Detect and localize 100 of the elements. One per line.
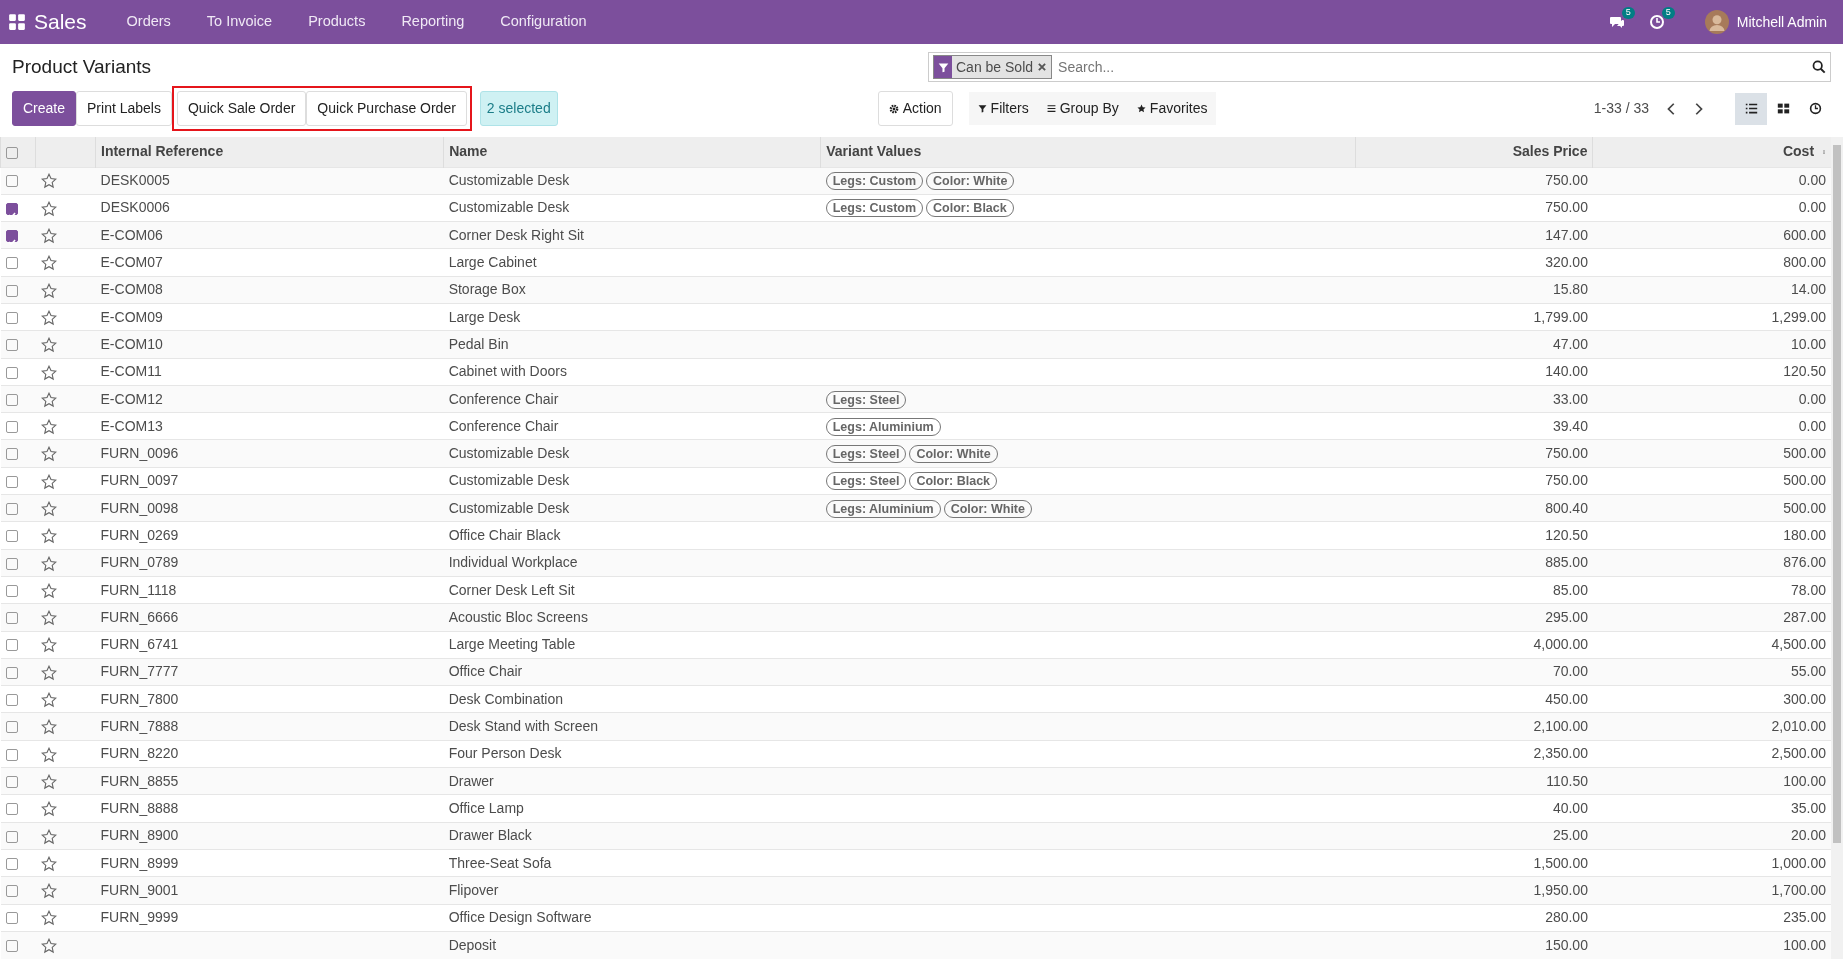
reference-cell: E-COM08 [100, 281, 163, 298]
star-icon[interactable] [40, 555, 57, 572]
row-checkbox[interactable] [5, 393, 18, 406]
row-checkbox[interactable] [5, 257, 18, 270]
view-switch[interactable] [1735, 92, 1767, 125]
search-option[interactable]: Favorites [1127, 92, 1217, 125]
pager-value: 1-33 / 33 [1593, 99, 1649, 118]
star-icon[interactable] [40, 938, 57, 954]
row-checkbox[interactable] [5, 748, 18, 761]
star-icon[interactable] [40, 528, 57, 545]
select-all-checkbox[interactable] [6, 146, 18, 159]
star-icon[interactable] [40, 364, 57, 381]
row-checkbox[interactable] [5, 940, 18, 952]
row-checkbox[interactable] [5, 694, 18, 707]
menu-item[interactable]: Orders [108, 11, 189, 33]
row-checkbox[interactable] [5, 557, 18, 570]
column-header[interactable]: Internal Reference [95, 137, 444, 167]
star-icon[interactable] [40, 582, 57, 599]
star-icon[interactable] [40, 828, 57, 845]
apps-menu-icon[interactable] [8, 13, 26, 31]
star-icon[interactable] [40, 282, 57, 299]
star-icon[interactable] [40, 883, 57, 900]
row-checkbox[interactable] [5, 421, 18, 434]
cost-cell: 4,500.00 [1771, 636, 1827, 653]
action-button[interactable]: Action [877, 91, 953, 126]
star-icon[interactable] [40, 200, 57, 217]
create-button[interactable]: Create [12, 91, 77, 126]
user-name[interactable]: Mitchell Admin [1736, 11, 1827, 33]
row-checkbox[interactable] [5, 830, 18, 843]
row-checkbox[interactable] [5, 666, 18, 679]
row-checkbox[interactable] [5, 311, 18, 324]
toolbar-button[interactable]: Quick Purchase Order [306, 91, 467, 126]
chat-icon[interactable] [1608, 14, 1625, 30]
row-checkbox[interactable] [5, 448, 18, 461]
row-checkbox[interactable] [5, 912, 18, 925]
filter-facet[interactable]: Can be Sold [933, 55, 1053, 79]
row-checkbox[interactable] [5, 721, 18, 734]
row-checkbox[interactable] [5, 775, 18, 788]
star-icon[interactable] [40, 228, 57, 245]
price-cell: 450.00 [1545, 690, 1588, 707]
reference-cell: FURN_8220 [100, 745, 179, 762]
clock-icon[interactable] [1648, 14, 1665, 30]
star-icon[interactable] [40, 337, 57, 354]
row-checkbox[interactable] [5, 475, 18, 488]
row-checkbox[interactable] [5, 202, 18, 215]
star-icon[interactable] [40, 910, 57, 927]
search-option[interactable]: Group By [1037, 92, 1128, 125]
menu-item[interactable]: To Invoice [188, 11, 291, 33]
column-header[interactable]: Cost [1782, 141, 1815, 163]
star-icon[interactable] [40, 309, 57, 326]
avatar-icon[interactable] [1704, 10, 1729, 34]
star-icon[interactable] [40, 664, 57, 681]
toolbar-button[interactable]: Print Labels [76, 91, 172, 126]
search-option[interactable]: Filters [968, 92, 1038, 125]
row-checkbox[interactable] [5, 230, 18, 243]
row-checkbox[interactable] [5, 503, 18, 515]
option-label: Favorites [1149, 99, 1208, 118]
row-checkbox[interactable] [5, 530, 18, 543]
star-icon[interactable] [40, 501, 57, 517]
column-header[interactable]: Sales Price [1355, 137, 1593, 167]
app-name[interactable]: Sales [34, 6, 87, 38]
star-icon[interactable] [40, 419, 57, 436]
star-icon[interactable] [40, 610, 57, 627]
star-icon[interactable] [40, 173, 57, 190]
menu-item[interactable]: Products [290, 11, 384, 33]
menu-item[interactable]: Reporting [383, 11, 483, 33]
reference-cell: FURN_0098 [100, 499, 179, 516]
star-icon [1136, 104, 1146, 113]
star-icon[interactable] [40, 692, 57, 709]
star-icon[interactable] [40, 391, 57, 408]
star-icon[interactable] [40, 446, 57, 463]
star-icon[interactable] [40, 773, 57, 790]
star-icon[interactable] [40, 719, 57, 736]
row-checkbox[interactable] [5, 584, 18, 597]
row-checkbox[interactable] [5, 803, 18, 816]
search-field[interactable]: Can be Sold Search... [928, 52, 1831, 82]
star-icon[interactable] [40, 855, 57, 872]
cost-cell: 55.00 [1791, 663, 1827, 680]
facet-label: Can be Sold [956, 57, 1034, 77]
star-icon[interactable] [40, 637, 57, 654]
star-icon[interactable] [40, 255, 57, 272]
star-icon[interactable] [40, 746, 57, 763]
scrollbar[interactable] [1831, 137, 1843, 959]
star-icon[interactable] [40, 473, 57, 490]
row-checkbox[interactable] [5, 339, 18, 352]
price-cell: 110.50 [1546, 772, 1588, 789]
search-icon[interactable] [1812, 60, 1826, 74]
menu-item[interactable]: Configuration [482, 11, 605, 33]
remove-icon[interactable] [1037, 62, 1048, 72]
row-checkbox[interactable] [5, 857, 18, 870]
toolbar-button[interactable]: Quick Sale Order [176, 91, 307, 126]
row-checkbox[interactable] [5, 639, 18, 652]
row-checkbox[interactable] [5, 366, 18, 379]
star-icon[interactable] [40, 801, 57, 818]
row-checkbox[interactable] [5, 612, 18, 625]
row-checkbox[interactable] [5, 284, 18, 297]
column-header[interactable]: Variant Values [820, 137, 1356, 167]
row-checkbox[interactable] [5, 175, 18, 188]
row-checkbox[interactable] [5, 885, 18, 898]
column-header[interactable]: Name [443, 137, 821, 167]
